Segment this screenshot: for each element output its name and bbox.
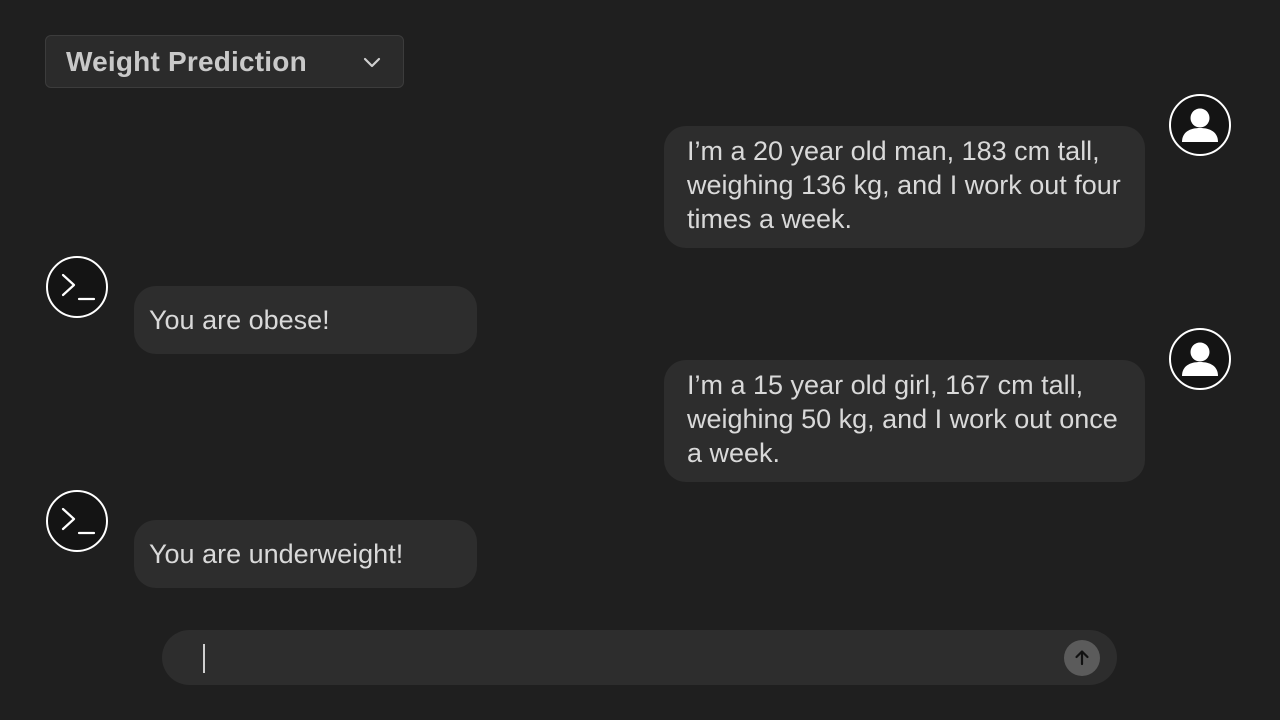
chat-app: Weight Prediction I’m a 20 year old man,… [0, 0, 1280, 720]
message-text: You are obese! [149, 305, 330, 335]
model-selector-dropdown[interactable]: Weight Prediction [45, 35, 404, 88]
message-text: I’m a 15 year old girl, 167 cm tall, wei… [687, 370, 1118, 468]
user-avatar [1169, 328, 1231, 390]
user-message-bubble: I’m a 20 year old man, 183 cm tall, weig… [664, 126, 1145, 248]
send-button[interactable] [1064, 640, 1100, 676]
arrow-up-icon [1075, 650, 1089, 666]
message-input[interactable] [202, 630, 1042, 685]
message-text: You are underweight! [149, 539, 404, 569]
model-selector-label: Weight Prediction [66, 45, 307, 77]
assistant-message-bubble: You are underweight! [134, 520, 477, 588]
user-icon [1182, 108, 1218, 142]
terminal-icon [61, 273, 96, 301]
user-message-bubble: I’m a 15 year old girl, 167 cm tall, wei… [664, 360, 1145, 482]
user-avatar [1169, 94, 1231, 156]
assistant-avatar [46, 490, 108, 552]
assistant-avatar [46, 256, 108, 318]
assistant-message-bubble: You are obese! [134, 286, 477, 354]
message-composer [162, 630, 1117, 685]
user-icon [1182, 342, 1218, 376]
message-text: I’m a 20 year old man, 183 cm tall, weig… [687, 136, 1121, 234]
chevron-down-icon [361, 51, 383, 73]
terminal-icon [61, 507, 96, 535]
